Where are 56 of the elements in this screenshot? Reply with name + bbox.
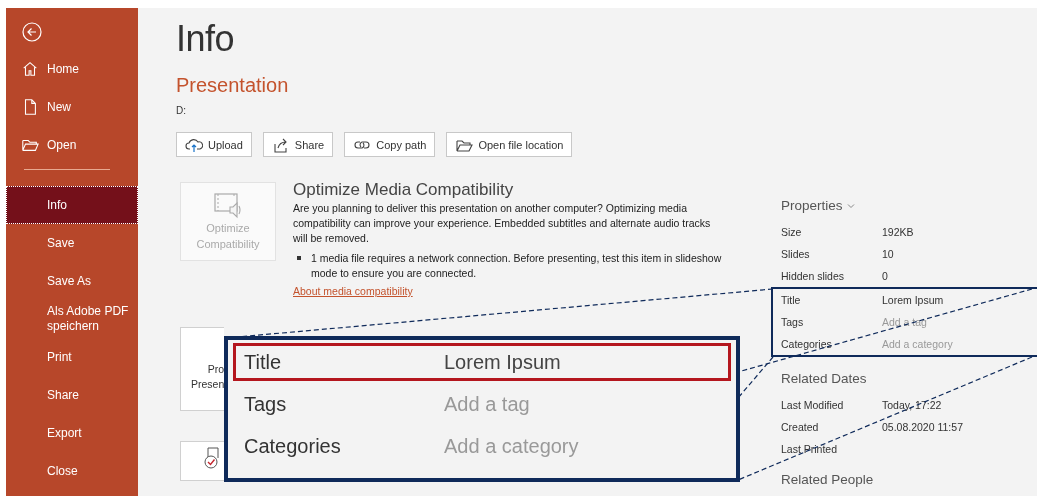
protect-button[interactable]: Pro Presen — [180, 327, 224, 411]
button-label: Pro — [207, 362, 224, 377]
sidebar-item[interactable]: Close — [6, 452, 138, 490]
property-field: Add a tag — [444, 392, 530, 416]
sidebar-item[interactable]: Info — [6, 186, 138, 224]
property-field[interactable]: Add a category — [882, 338, 953, 350]
property-value: 192KB — [882, 226, 914, 238]
button-label: Presen — [190, 377, 224, 392]
inspect-button[interactable] — [180, 441, 224, 481]
property-value: 10 — [882, 248, 894, 260]
property-label: Title — [781, 294, 802, 306]
toolbar-button[interactable]: Share — [262, 132, 334, 157]
button-label: Optimize — [205, 220, 251, 236]
toolbar-button[interactable]: Upload — [176, 132, 252, 157]
property-label: Title — [244, 350, 283, 374]
sidebar-item[interactable]: Print — [6, 338, 138, 376]
button-label: Compatibility — [196, 236, 260, 252]
sidebar-item[interactable]: Share — [6, 376, 138, 414]
sidebar-item[interactable]: Export — [6, 414, 138, 452]
bullet-text: 1 media file requires a network connection. Before presenting, test this item in slideshow mode to ensure you are connected. — [311, 251, 723, 281]
property-label: Categories — [244, 434, 342, 458]
section-heading: Related Dates — [781, 371, 868, 386]
help-link[interactable]: About media compatibility — [293, 284, 413, 299]
property-label: Tags — [244, 392, 288, 416]
sidebar-item[interactable]: Als Adobe PDF speichern — [6, 300, 138, 338]
document-path: D: — [176, 105, 187, 116]
property-label: Categories — [781, 338, 833, 350]
toolbar-button[interactable]: Copy path — [344, 132, 436, 157]
property-value: Lorem Ipsum — [444, 350, 561, 374]
sidebar-item[interactable]: New — [6, 88, 138, 126]
film-speaker-icon — [213, 191, 243, 220]
property-value: Lorem Ipsum — [882, 294, 944, 306]
sidebar-item[interactable]: Home — [6, 50, 138, 88]
property-value: 0 — [882, 270, 888, 282]
section-heading: Optimize Media Compatibility — [293, 182, 515, 197]
property-label: Created — [781, 421, 820, 433]
sidebar-item[interactable]: Save — [6, 224, 138, 262]
home-icon — [21, 60, 39, 78]
document-name: Presentation — [176, 74, 290, 97]
toolbar-button[interactable]: Open file location — [446, 132, 573, 157]
property-label: Slides — [781, 248, 811, 260]
section-description: Are you planning to deliver this presentation on another computer? Optimizing media compatibility can improve your experience. Embedded subtitles and alternate audio tracks will be removed. — [293, 201, 712, 246]
bullet-icon — [297, 256, 301, 260]
property-value: Today, 17:22 — [882, 399, 942, 411]
property-label: Last Modified — [781, 399, 845, 411]
page-title: Info — [176, 18, 236, 60]
property-label: Hidden slides — [781, 270, 846, 282]
sidebar-item[interactable]: Open — [6, 126, 138, 164]
property-label: Size — [781, 226, 803, 238]
back-icon[interactable] — [22, 22, 42, 42]
property-label: Tags — [781, 316, 805, 328]
properties-heading[interactable]: Properties — [781, 198, 843, 213]
section-heading: Related People — [781, 472, 875, 487]
sidebar-item[interactable]: Save As — [6, 262, 138, 300]
property-field: Add a category — [444, 434, 579, 458]
property-value: 05.08.2020 11:57 — [882, 421, 963, 433]
